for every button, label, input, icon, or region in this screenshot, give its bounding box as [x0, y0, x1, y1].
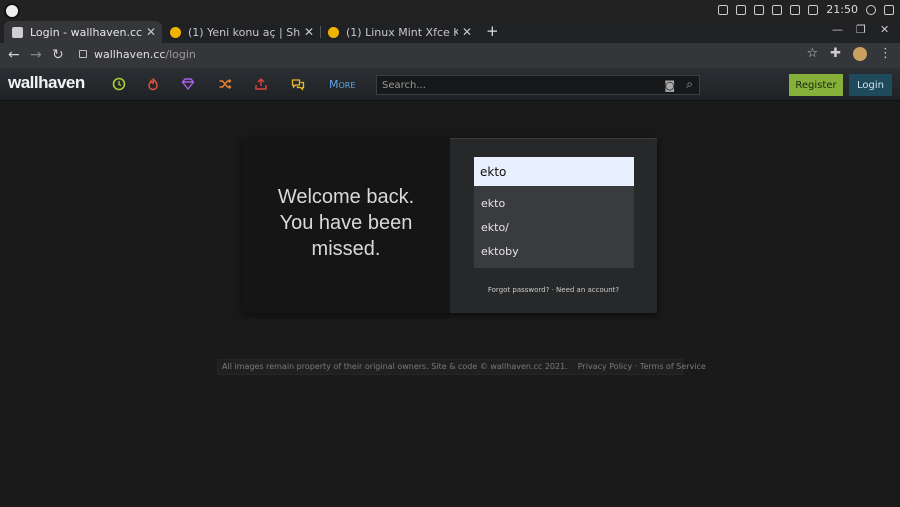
- close-tab-icon[interactable]: ✕: [304, 25, 314, 39]
- welcome-pane: Welcome back. You have been missed.: [242, 138, 450, 313]
- session-icon[interactable]: [884, 4, 894, 15]
- close-tab-icon[interactable]: ✕: [146, 25, 156, 39]
- welcome-line: Welcome back.: [277, 186, 415, 208]
- forgot-password-link[interactable]: Forgot password?: [488, 286, 549, 294]
- more-menu-link[interactable]: More: [329, 78, 355, 91]
- bookmark-star-icon[interactable]: ☆: [806, 46, 818, 61]
- upload-icon[interactable]: [254, 77, 268, 91]
- search-icon[interactable]: ⌕: [686, 77, 693, 92]
- login-form: ekto ekto/ ektoby Forgot password? · Nee…: [450, 138, 657, 313]
- browser-menu-icon[interactable]: ⋮: [879, 46, 892, 61]
- wallhaven-logo[interactable]: wallhaven: [8, 73, 85, 93]
- welcome-line: missed.: [311, 238, 381, 260]
- network-icon[interactable]: [736, 4, 747, 15]
- latest-clock-icon[interactable]: [112, 77, 126, 91]
- privacy-policy-link[interactable]: Privacy Policy: [578, 362, 633, 371]
- copyright-text: All images remain property of their orig…: [222, 362, 568, 371]
- tab-title: (1) Yeni konu aç | ShiftDe: [188, 25, 300, 39]
- wifi-icon[interactable]: [754, 4, 765, 15]
- username-input[interactable]: [474, 157, 634, 186]
- restore-icon[interactable]: ❐: [856, 23, 866, 36]
- welcome-message: Welcome back. You have been missed.: [242, 184, 450, 262]
- url-path: /login: [165, 48, 196, 61]
- toplist-diamond-icon[interactable]: [181, 77, 195, 91]
- site-header: wallhaven More ◙ ⌕ Register Login: [0, 68, 900, 101]
- back-arrow-icon[interactable]: ←: [8, 47, 20, 63]
- terms-of-service-link[interactable]: Terms of Service: [640, 362, 706, 371]
- address-bar: ← → ↻ wallhaven.cc/login ☆ ✚ ⋮: [0, 43, 900, 68]
- wallhaven-favicon-icon: [12, 26, 23, 38]
- os-tray: 21:50: [718, 3, 894, 16]
- login-links: Forgot password? · Need an account?: [450, 286, 657, 294]
- folder-icon[interactable]: [718, 4, 729, 15]
- shiftdelete-favicon-icon: [170, 26, 181, 38]
- browser-toolbar-right: ☆ ✚ ⋮: [806, 46, 892, 61]
- autocomplete-item[interactable]: ekto/: [474, 218, 634, 242]
- random-shuffle-icon[interactable]: [218, 77, 232, 91]
- lock-icon[interactable]: [79, 50, 87, 58]
- new-tab-button[interactable]: +: [486, 22, 499, 40]
- reload-icon[interactable]: ↻: [52, 47, 64, 63]
- tab-strip: Login - wallhaven.cc ✕ (1) Yeni konu aç …: [0, 21, 900, 43]
- minimize-icon[interactable]: —: [832, 23, 843, 36]
- site-footer: All images remain property of their orig…: [217, 359, 706, 375]
- site-search: ◙ ⌕: [376, 75, 700, 95]
- extensions-puzzle-icon[interactable]: ✚: [830, 46, 841, 61]
- welcome-line: You have been: [279, 212, 413, 234]
- search-input[interactable]: [377, 76, 657, 94]
- footer-separator: ·: [632, 362, 640, 371]
- os-top-bar: 21:50: [0, 0, 900, 21]
- power-icon[interactable]: [866, 4, 876, 15]
- shiftdelete-favicon-icon: [328, 26, 339, 38]
- forward-arrow-icon[interactable]: →: [30, 47, 42, 63]
- clock[interactable]: 21:50: [826, 3, 858, 16]
- hot-flame-icon[interactable]: [146, 77, 160, 91]
- autocomplete-dropdown: ekto ekto/ ektoby: [474, 186, 634, 268]
- autocomplete-item[interactable]: ektoby: [474, 242, 634, 266]
- tab-login-wallhaven[interactable]: Login - wallhaven.cc ✕: [4, 21, 162, 43]
- profile-avatar[interactable]: [853, 46, 867, 61]
- forums-chat-icon[interactable]: [291, 77, 305, 91]
- close-tab-icon[interactable]: ✕: [462, 25, 472, 39]
- bluetooth-icon[interactable]: [808, 4, 819, 15]
- login-button[interactable]: Login: [849, 74, 892, 96]
- volume-icon[interactable]: [790, 4, 801, 15]
- register-button[interactable]: Register: [789, 74, 843, 96]
- login-panel: Welcome back. You have been missed. ekto…: [242, 138, 657, 313]
- tab-title: (1) Linux Mint Xfce Kurul: [346, 25, 458, 39]
- autocomplete-item[interactable]: ekto: [474, 194, 634, 218]
- need-account-link[interactable]: Need an account?: [556, 286, 619, 294]
- url-host: wallhaven.cc: [94, 48, 166, 61]
- tab-shiftdelete[interactable]: (1) Yeni konu aç | ShiftDe ✕: [162, 21, 320, 43]
- close-window-icon[interactable]: ✕: [880, 23, 889, 36]
- tab-title: Login - wallhaven.cc: [30, 25, 143, 39]
- os-menu-icon[interactable]: [4, 3, 20, 19]
- camera-icon[interactable]: ◙: [664, 79, 675, 92]
- tab-linux-mint[interactable]: (1) Linux Mint Xfce Kurul ✕: [320, 21, 478, 43]
- url-field[interactable]: wallhaven.cc/login: [94, 48, 196, 61]
- battery-icon[interactable]: [772, 4, 783, 15]
